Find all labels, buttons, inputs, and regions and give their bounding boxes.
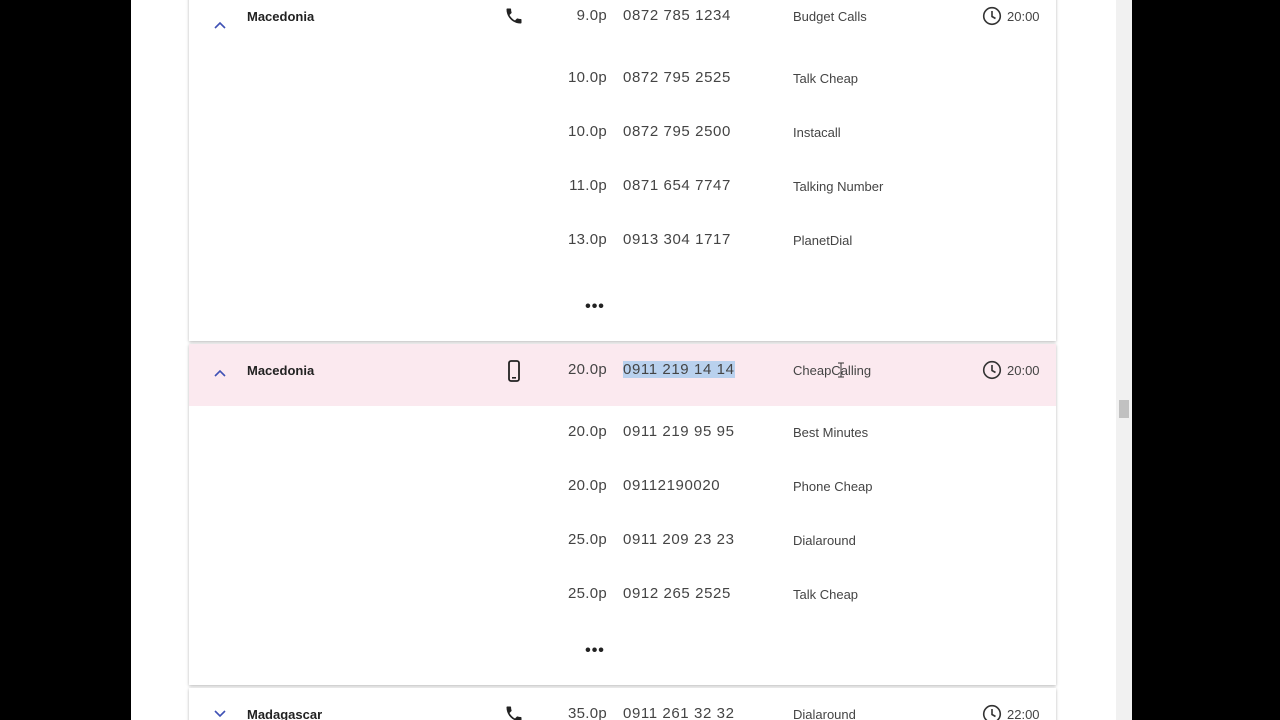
chevron-up-icon[interactable] <box>213 368 227 378</box>
rate-row[interactable]: 10.0p 0872 795 2500 Instacall <box>189 116 1056 170</box>
rate-price: 25.0p <box>567 531 607 548</box>
show-more-button[interactable]: ••• <box>575 298 615 316</box>
rate-row[interactable]: 20.0p 09112190020 Phone Cheap <box>189 470 1056 524</box>
access-number[interactable]: 0872 795 2500 <box>623 123 731 140</box>
access-number[interactable]: 0911 219 95 95 <box>623 423 735 440</box>
provider-name: Talk Cheap <box>793 587 859 602</box>
access-number-selected[interactable]: 0911 219 14 14 <box>623 361 735 378</box>
rate-price: 13.0p <box>567 231 607 248</box>
access-number[interactable]: 0872 785 1234 <box>623 7 731 24</box>
access-number[interactable]: 0872 795 2525 <box>623 69 731 86</box>
access-number[interactable]: 0913 304 1717 <box>623 231 731 248</box>
rate-price: 10.0p <box>567 69 607 86</box>
rate-price: 25.0p <box>567 585 607 602</box>
rate-row-header[interactable]: Macedonia 20.0p 0911 219 14 14 CheapCall… <box>189 344 1056 406</box>
time-label: 22:00 <box>1007 707 1040 720</box>
clock-icon <box>982 360 1002 380</box>
rate-row[interactable]: 13.0p 0913 304 1717 PlanetDial <box>189 224 1056 278</box>
show-more-button[interactable]: ••• <box>575 642 615 660</box>
provider-name: Best Minutes <box>793 425 869 440</box>
rate-card-madagascar-landline: Madagascar 35.0p 0911 261 32 32 Dialarou… <box>189 688 1056 720</box>
access-number[interactable]: 0911 261 32 32 <box>623 705 735 720</box>
provider-name: Instacall <box>793 125 841 140</box>
provider-name: CheapCalling <box>793 363 872 378</box>
rate-price: 11.0p <box>569 177 607 194</box>
rate-card-macedonia-mobile: Macedonia 20.0p 0911 219 14 14 CheapCall… <box>189 344 1056 685</box>
rate-price: 20.0p <box>567 477 607 494</box>
clock-icon <box>982 6 1002 26</box>
clock-icon <box>982 704 1002 720</box>
country-name: Madagascar <box>247 707 323 720</box>
chevron-up-icon[interactable] <box>213 20 227 30</box>
phone-icon <box>504 6 524 26</box>
rate-row[interactable]: 11.0p 0871 654 7747 Talking Number <box>189 170 1056 224</box>
chevron-down-icon[interactable] <box>213 709 227 719</box>
provider-name: Talk Cheap <box>793 71 859 86</box>
rate-row[interactable]: 25.0p 0911 209 23 23 Dialaround <box>189 524 1056 578</box>
rate-row[interactable]: 10.0p 0872 795 2525 Talk Cheap <box>189 62 1056 116</box>
rate-row-header[interactable]: Macedonia 9.0p 0872 785 1234 Budget Call… <box>189 0 1056 54</box>
rate-price: 20.0p <box>567 423 607 440</box>
page-viewport: Macedonia 9.0p 0872 785 1234 Budget Call… <box>131 0 1116 720</box>
rate-row[interactable]: 20.0p 0911 219 95 95 Best Minutes <box>189 416 1056 470</box>
rate-card-macedonia-landline: Macedonia 9.0p 0872 785 1234 Budget Call… <box>189 0 1056 341</box>
mobile-phone-icon <box>504 360 524 382</box>
scrollbar-thumb[interactable] <box>1119 400 1129 418</box>
rate-price: 35.0p <box>567 705 607 720</box>
time-label: 20:00 <box>1007 363 1040 378</box>
access-number[interactable]: 09112190020 <box>623 477 720 494</box>
provider-name: Dialaround <box>793 533 856 548</box>
page-scrollbar[interactable] <box>1116 0 1132 720</box>
access-number[interactable]: 0871 654 7747 <box>623 177 731 194</box>
rate-price: 9.0p <box>576 7 607 24</box>
provider-name: Budget Calls <box>793 9 867 24</box>
access-number[interactable]: 0912 265 2525 <box>623 585 731 602</box>
access-number[interactable]: 0911 209 23 23 <box>623 531 735 548</box>
provider-name: PlanetDial <box>793 233 853 248</box>
provider-name: Phone Cheap <box>793 479 873 494</box>
provider-name: Dialaround <box>793 707 856 720</box>
provider-name: Talking Number <box>793 179 884 194</box>
time-label: 20:00 <box>1007 9 1040 24</box>
rate-row-header[interactable]: Madagascar 35.0p 0911 261 32 32 Dialarou… <box>189 692 1056 720</box>
phone-icon <box>504 704 524 720</box>
country-name: Macedonia <box>247 363 315 378</box>
rate-price: 10.0p <box>567 123 607 140</box>
rate-row[interactable]: 25.0p 0912 265 2525 Talk Cheap <box>189 578 1056 632</box>
rate-price: 20.0p <box>567 361 607 378</box>
country-name: Macedonia <box>247 9 315 24</box>
